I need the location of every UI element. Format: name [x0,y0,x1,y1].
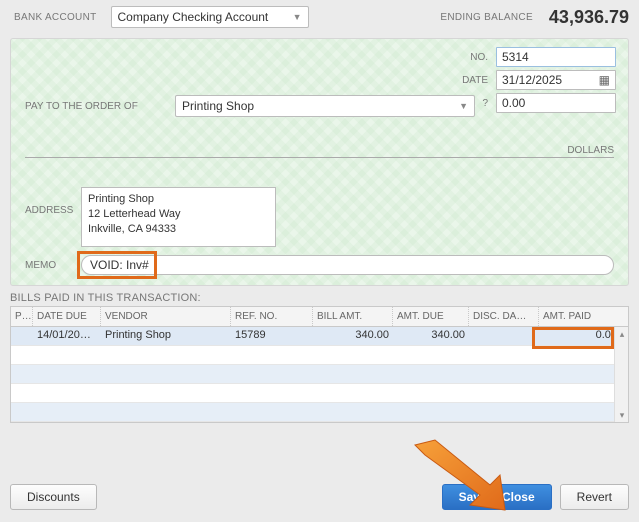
memo-row: MEMO VOID: Inv# [25,255,614,275]
bank-account-select[interactable]: Company Checking Account ▼ [111,6,309,28]
cell-ref-no: 15789 [231,327,313,345]
scroll-up-icon[interactable]: ▴ [615,327,629,341]
memo-value: VOID: Inv# [90,258,149,272]
col-paid[interactable]: P… [11,307,33,326]
memo-field[interactable]: VOID: Inv# [81,255,614,275]
address-field[interactable]: Printing Shop 12 Letterhead Way Inkville… [81,187,276,247]
address-block: ADDRESS Printing Shop 12 Letterhead Way … [25,187,276,247]
col-ref-no[interactable]: REF. NO. [231,307,313,326]
col-bill-amt[interactable]: BILL AMT. [313,307,393,326]
cell-amt-due: 340.00 [393,327,469,345]
scroll-down-icon[interactable]: ▾ [615,408,629,422]
table-row[interactable]: 14/01/20… Printing Shop 15789 340.00 340… [11,327,628,346]
memo-label: MEMO [25,260,81,271]
bills-section-title: BILLS PAID IN THIS TRANSACTION: [10,292,629,304]
check-date-label: DATE [462,75,488,86]
payee-select[interactable]: Printing Shop ▼ [175,95,475,117]
payee-value: Printing Shop [182,99,254,113]
chevron-down-icon: ▼ [459,101,468,111]
col-disc-date[interactable]: DISC. DA… [469,307,539,326]
cell-disc-date [469,327,539,345]
save-close-button[interactable]: Save & Close [442,484,552,510]
ending-balance-value: 43,936.79 [549,7,629,28]
check-no-value: 5314 [502,50,529,64]
chevron-down-icon: ▼ [293,12,302,22]
calendar-icon[interactable]: ▦ [599,73,610,87]
check-date-field[interactable]: 31/12/2025 ▦ [496,70,616,90]
revert-button[interactable]: Revert [560,484,629,510]
check-top-right-fields: NO. 5314 DATE 31/12/2025 ▦ ? 0.00 [462,47,616,113]
check-amount-value: 0.00 [502,96,525,110]
check-no-field[interactable]: 5314 [496,47,616,67]
table-row[interactable] [11,346,628,365]
check-amount-field[interactable]: 0.00 [496,93,616,113]
table-row[interactable] [11,365,628,384]
cell-vendor: Printing Shop [101,327,231,345]
cell-bill-amt: 340.00 [313,327,393,345]
dollars-label: DOLLARS [567,145,614,156]
discounts-button[interactable]: Discounts [10,484,97,510]
col-vendor[interactable]: VENDOR [101,307,231,326]
grid-body: 14/01/20… Printing Shop 15789 340.00 340… [11,327,628,422]
grid-header: P… DATE DUE VENDOR REF. NO. BILL AMT. AM… [11,307,628,327]
address-label: ADDRESS [25,205,81,216]
grid-scrollbar[interactable]: ▴ ▾ [614,327,628,422]
check-date-value: 31/12/2025 [502,73,562,87]
cell-amt-paid[interactable]: 0.00 [539,327,621,345]
header-row: BANK ACCOUNT Company Checking Account ▼ … [0,0,639,34]
col-amt-paid[interactable]: AMT. PAID [539,307,621,326]
table-row[interactable] [11,403,628,422]
cell-date-due: 14/01/20… [33,327,101,345]
bills-grid: P… DATE DUE VENDOR REF. NO. BILL AMT. AM… [10,306,629,423]
check-no-label: NO. [462,52,488,63]
check-panel: NO. 5314 DATE 31/12/2025 ▦ ? 0.00 PAY TO… [10,38,629,286]
table-row[interactable] [11,384,628,403]
payto-row: PAY TO THE ORDER OF Printing Shop ▼ [25,95,475,117]
bank-account-label: BANK ACCOUNT [14,12,97,23]
amount-words-line [25,157,614,158]
cell-paid [11,327,33,345]
footer-button-row: Discounts Save & Close Revert [0,476,639,522]
ending-balance-label: ENDING BALANCE [440,12,533,23]
col-date-due[interactable]: DATE DUE [33,307,101,326]
col-amt-due[interactable]: AMT. DUE [393,307,469,326]
payto-label: PAY TO THE ORDER OF [25,101,175,112]
bank-account-value: Company Checking Account [118,10,269,24]
